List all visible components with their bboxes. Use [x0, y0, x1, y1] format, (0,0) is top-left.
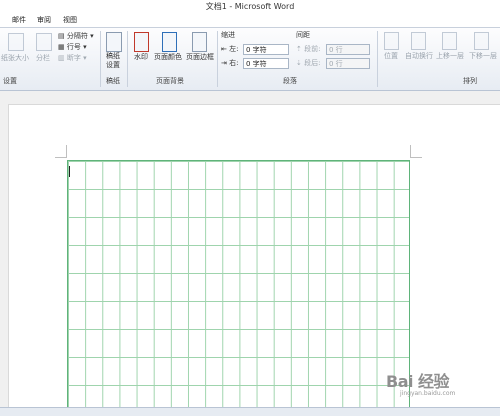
indent-right-text: 右: — [229, 59, 239, 67]
paper-size-icon — [8, 33, 24, 51]
text-cursor — [69, 166, 70, 177]
wrap-text-icon — [411, 32, 426, 50]
crop-mark — [66, 145, 67, 157]
separator — [217, 31, 218, 87]
spacing-title: 间距 — [296, 31, 310, 39]
ribbon-tabs: 邮件 审阅 视图 — [0, 14, 500, 28]
manuscript-grid[interactable] — [67, 160, 410, 407]
watermark-icon — [134, 32, 149, 52]
page-borders-button[interactable]: 页面边框 — [184, 53, 216, 62]
crop-mark — [55, 157, 67, 158]
ribbon: 纸张大小 分栏 ▤ 分隔符 ▾ ▦ 行号 ▾ ▥ 断字 ▾ 设置 稿纸 设置 稿… — [0, 28, 500, 91]
group-label-arrange: 排列 — [463, 77, 477, 85]
separator — [377, 31, 378, 87]
spacing-after-text: 段后: — [304, 59, 321, 67]
tab-mailings[interactable]: 邮件 — [12, 14, 26, 27]
tab-review[interactable]: 审阅 — [37, 14, 51, 27]
send-backward-button[interactable]: 下移一层 — [466, 52, 500, 61]
send-backward-icon — [474, 32, 489, 50]
indent-left-input[interactable]: 0 字符 — [243, 44, 289, 55]
spacing-before-label: ⇡ 段前: — [296, 45, 321, 53]
indent-right-input[interactable]: 0 字符 — [243, 58, 289, 69]
manuscript-label-2: 设置 — [106, 61, 120, 69]
page-color-button[interactable]: 页面颜色 — [151, 53, 185, 62]
bring-forward-icon — [442, 32, 457, 50]
columns-icon — [36, 33, 52, 51]
crop-mark — [410, 157, 422, 158]
spacing-before-input[interactable]: 0 行 — [326, 44, 370, 55]
baidu-watermark: Bai 经验 — [386, 372, 450, 391]
separator — [100, 31, 101, 87]
window-title: 文档1 - Microsoft Word — [0, 0, 500, 14]
hyphenation-label: 断字 — [66, 54, 81, 62]
wrap-text-button[interactable]: 自动换行 — [402, 52, 436, 61]
spacing-after-input[interactable]: 0 行 — [326, 58, 370, 69]
breaks-label: 分隔符 — [66, 32, 88, 40]
tab-view[interactable]: 视图 — [63, 14, 77, 27]
crop-mark — [410, 145, 411, 157]
group-label-page-background: 页面背景 — [156, 77, 184, 85]
position-icon — [384, 32, 399, 50]
indent-left-label: ⇤ 左: — [221, 45, 239, 53]
line-numbers-label: 行号 — [66, 43, 81, 51]
group-label-page-setup: 设置 — [3, 77, 17, 85]
line-numbers-button[interactable]: ▦ 行号 ▾ — [58, 43, 87, 52]
separator — [127, 31, 128, 87]
position-button[interactable]: 位置 — [379, 52, 403, 61]
group-label-paragraph: 段落 — [283, 77, 297, 85]
indent-title: 缩进 — [221, 31, 235, 39]
page-color-icon — [162, 32, 177, 52]
hyphenation-button[interactable]: ▥ 断字 ▾ — [58, 54, 87, 63]
bring-forward-button[interactable]: 上移一层 — [434, 52, 466, 61]
group-label-manuscript: 稿纸 — [106, 77, 120, 85]
manuscript-button[interactable]: 稿纸 设置 — [102, 52, 124, 70]
paper-size-button[interactable]: 纸张大小 — [0, 54, 30, 63]
manuscript-icon — [106, 32, 122, 52]
manuscript-label-1: 稿纸 — [106, 52, 120, 60]
breaks-button[interactable]: ▤ 分隔符 ▾ — [58, 32, 94, 41]
spacing-after-label: ⇣ 段后: — [296, 59, 321, 67]
columns-button[interactable]: 分栏 — [32, 54, 54, 63]
indent-left-text: 左: — [229, 45, 239, 53]
indent-right-label: ⇥ 右: — [221, 59, 239, 67]
baidu-watermark-url: jingyan.baidu.com — [400, 390, 456, 397]
watermark-button[interactable]: 水印 — [129, 53, 153, 62]
spacing-before-text: 段前: — [304, 45, 321, 53]
page-borders-icon — [192, 32, 207, 52]
